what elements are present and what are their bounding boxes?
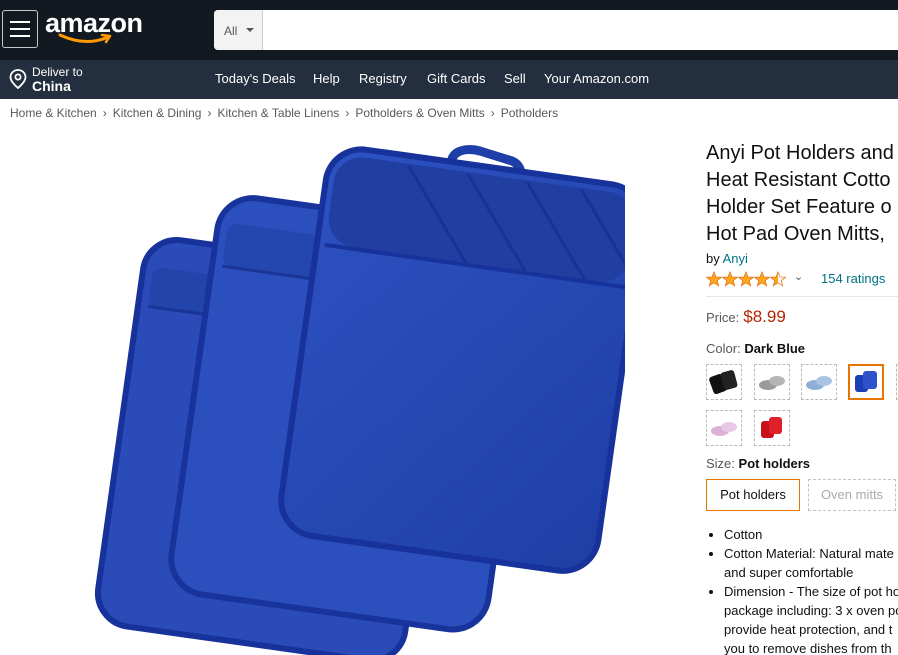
brand-link[interactable]: Anyi xyxy=(723,251,748,266)
breadcrumb-item[interactable]: Kitchen & Table Linens xyxy=(217,106,339,120)
product-image[interactable] xyxy=(80,145,625,655)
swatch-gray[interactable] xyxy=(754,364,790,400)
size-options: Pot holders Oven mitts xyxy=(706,479,898,513)
swatch-red[interactable] xyxy=(754,410,790,446)
size-option-oven-mitts[interactable]: Oven mitts xyxy=(808,479,896,511)
price-label: Price: xyxy=(706,310,740,325)
by-label: by xyxy=(706,251,720,266)
product-title-line: Anyi Pot Holders and xyxy=(706,142,894,164)
nav-sell[interactable]: Sell xyxy=(504,71,526,86)
size-value: Pot holders xyxy=(738,456,811,471)
bullet-text: and super comfortable xyxy=(724,565,854,580)
price-row: Price: $8.99 xyxy=(706,307,898,327)
bullet-text: Cotton Material: Natural mate xyxy=(724,546,894,561)
top-header: amazon All xyxy=(0,0,898,60)
divider xyxy=(706,296,898,297)
breadcrumb-separator-icon: › xyxy=(345,106,350,120)
product-title-line: Holder Set Feature o xyxy=(706,196,892,218)
bullet-text: package including: 3 x oven po xyxy=(724,603,898,618)
breadcrumb-separator-icon: › xyxy=(102,106,107,120)
color-swatches xyxy=(706,364,898,448)
search-category-dropdown[interactable]: All xyxy=(214,10,263,50)
search-input[interactable] xyxy=(266,18,870,44)
search-bar: All xyxy=(214,10,898,50)
nav-registry[interactable]: Registry xyxy=(359,71,407,86)
bullet-item: Dimension - The size of pot ho package in… xyxy=(724,582,898,655)
deliver-to-label: Deliver to xyxy=(32,65,83,79)
nav-your-amazon[interactable]: Your Amazon.com xyxy=(544,71,649,86)
caret-down-icon xyxy=(246,28,254,32)
nav-gift-cards[interactable]: Gift Cards xyxy=(427,71,486,86)
product-title-line: Hot Pad Oven Mitts, xyxy=(706,223,885,245)
size-option-pot-holders[interactable]: Pot holders xyxy=(706,479,800,511)
menu-icon[interactable] xyxy=(2,10,38,48)
search-category-label: All xyxy=(224,24,238,38)
size-label: Size: xyxy=(706,456,735,471)
swatch-pink[interactable] xyxy=(706,410,742,446)
rating-row: ⌄ 154 ratings xyxy=(706,270,898,290)
star-rating-icon[interactable] xyxy=(706,271,786,287)
feature-bullets: Cotton Cotton Material: Natural mate and … xyxy=(706,525,898,655)
bullet-text: provide heat protection, and t xyxy=(724,622,893,637)
breadcrumb-separator-icon: › xyxy=(490,106,495,120)
swatch-black[interactable] xyxy=(706,364,742,400)
breadcrumb-item[interactable]: Potholders xyxy=(501,106,558,120)
price-value: $8.99 xyxy=(743,307,786,326)
chevron-down-icon[interactable]: ⌄ xyxy=(794,270,803,283)
bullet-item: Cotton Material: Natural mate and super c… xyxy=(724,544,898,582)
bullet-text: Dimension - The size of pot ho xyxy=(724,584,898,599)
breadcrumb-separator-icon: › xyxy=(207,106,212,120)
deliver-to-country: China xyxy=(32,78,71,94)
bullet-item: Cotton xyxy=(724,525,898,544)
breadcrumb-item[interactable]: Home & Kitchen xyxy=(10,106,97,120)
nav-todays-deals[interactable]: Today's Deals xyxy=(215,71,296,86)
bullet-text: you to remove dishes from th xyxy=(724,641,892,655)
product-title: Anyi Pot Holders and Heat Resistant Cott… xyxy=(706,140,898,248)
nav-help[interactable]: Help xyxy=(313,71,340,86)
size-row: Size: Pot holders xyxy=(706,456,898,471)
smile-logo-icon xyxy=(58,33,112,44)
color-label: Color: xyxy=(706,341,741,356)
color-row: Color: Dark Blue xyxy=(706,341,898,356)
breadcrumb-item[interactable]: Kitchen & Dining xyxy=(113,106,202,120)
breadcrumb-item[interactable]: Potholders & Oven Mitts xyxy=(355,106,484,120)
swatch-dark-blue[interactable] xyxy=(848,364,884,400)
brand-byline: by Anyi xyxy=(706,251,898,266)
color-value: Dark Blue xyxy=(744,341,806,356)
ratings-count-link[interactable]: 154 ratings xyxy=(821,271,885,286)
product-details: Anyi Pot Holders and Heat Resistant Cott… xyxy=(706,140,898,655)
swatch-light-blue[interactable] xyxy=(801,364,837,400)
location-pin-icon xyxy=(9,69,27,89)
breadcrumb: Home & Kitchen › Kitchen & Dining › Kitchen … xyxy=(10,106,558,120)
product-title-line: Heat Resistant Cotto xyxy=(706,169,891,191)
